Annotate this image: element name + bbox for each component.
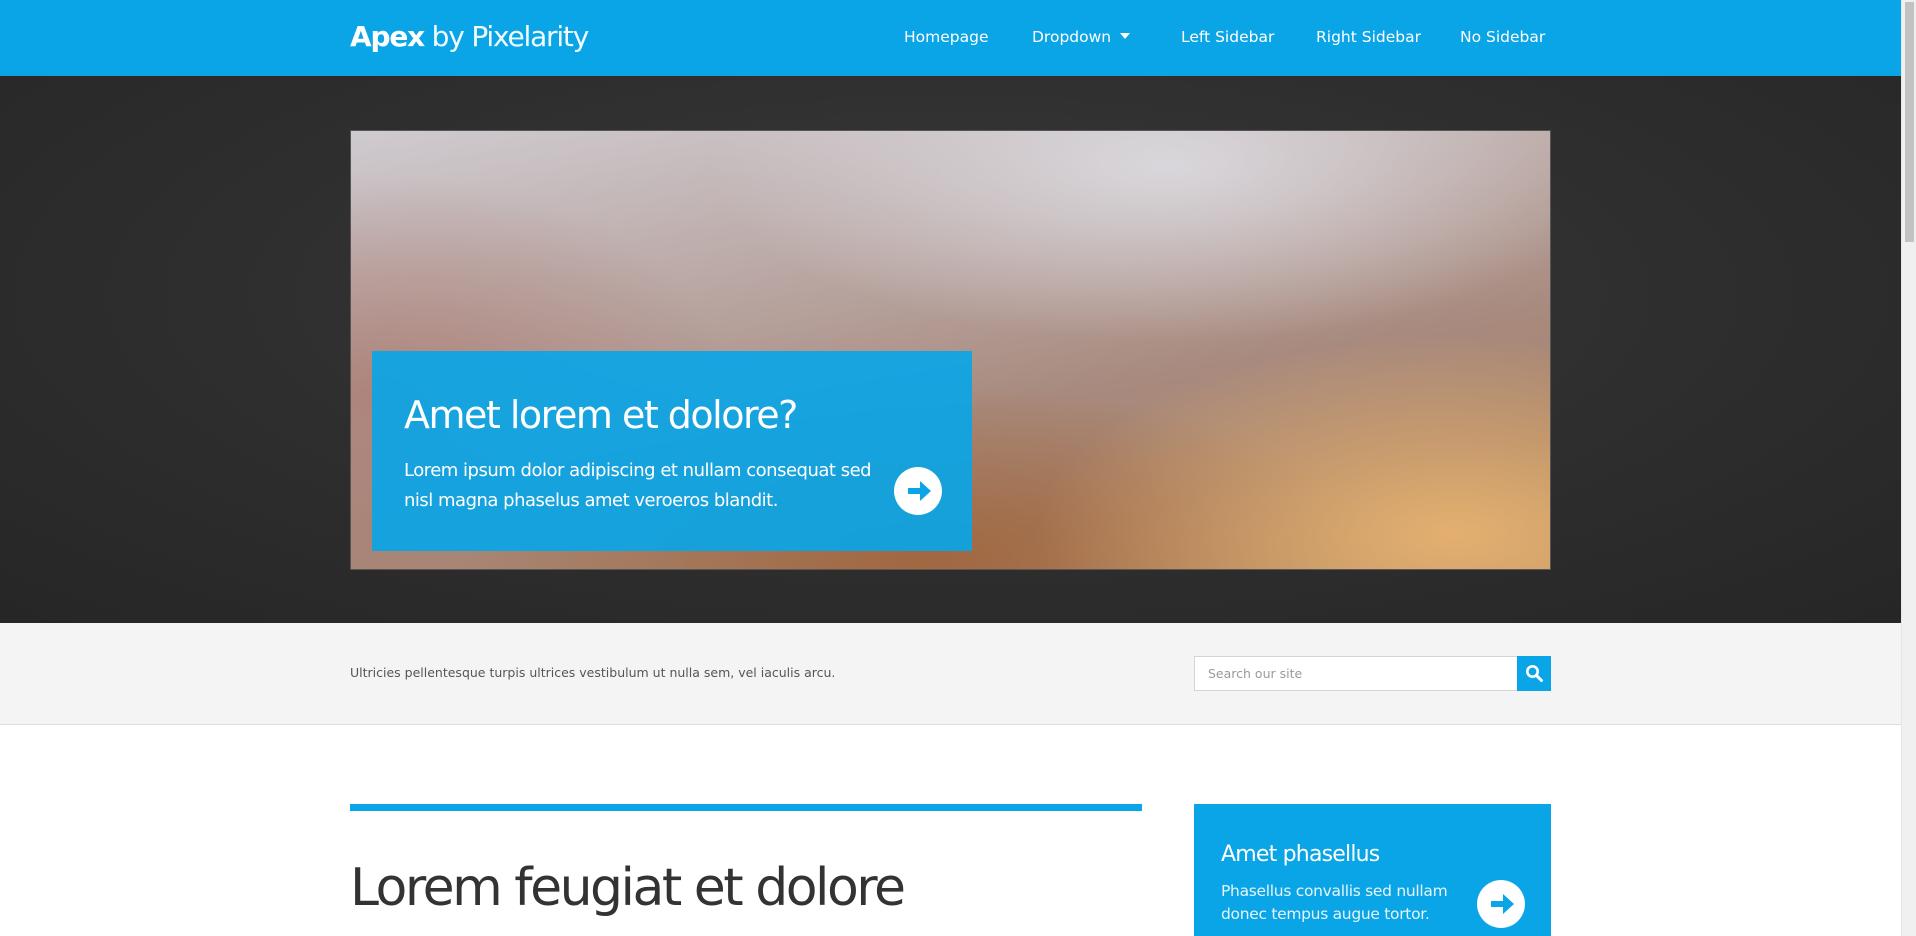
nav-left-sidebar[interactable]: Left Sidebar <box>1181 28 1274 46</box>
banner: Amet lorem et dolore? Lorem ipsum dolor … <box>0 76 1901 623</box>
nav-label: Right Sidebar <box>1316 28 1421 46</box>
search-button[interactable] <box>1517 656 1551 691</box>
main-heading: Lorem feugiat et dolore <box>350 858 906 918</box>
nav-dropdown[interactable]: Dropdown <box>1032 28 1131 46</box>
main-nav: Homepage Dropdown Left Sidebar Right Sid… <box>0 0 1901 76</box>
search-input[interactable] <box>1194 656 1518 691</box>
search-icon <box>1526 665 1543 682</box>
search-form <box>1194 656 1551 691</box>
caption-arrow-button[interactable] <box>894 467 942 515</box>
intro-text: Ultricies pellentesque turpis ultrices v… <box>350 665 836 680</box>
nav-label: Homepage <box>904 28 989 46</box>
sidebar-callout[interactable]: Amet phasellus Phasellus convallis sed n… <box>1194 804 1551 936</box>
intro-strip: Ultricies pellentesque turpis ultrices v… <box>0 623 1901 725</box>
heading-accent-bar <box>350 804 1142 811</box>
caption-text: Lorem ipsum dolor adipiscing et nullam c… <box>404 460 872 511</box>
nav-label: No Sidebar <box>1460 28 1546 46</box>
nav-homepage[interactable]: Homepage <box>904 28 989 46</box>
arrow-right-icon <box>1491 894 1514 914</box>
nav-no-sidebar[interactable]: No Sidebar <box>1460 28 1545 46</box>
banner-caption[interactable]: Amet lorem et dolore? Lorem ipsum dolor … <box>372 351 972 551</box>
nav-right-sidebar[interactable]: Right Sidebar <box>1316 28 1421 46</box>
sidebar-text: Phasellus convallis sed nullam donec tem… <box>1221 882 1448 923</box>
nav-label: Left Sidebar <box>1181 28 1275 46</box>
nav-label: Dropdown <box>1032 28 1112 46</box>
page-scrollbar[interactable] <box>1901 0 1916 936</box>
chevron-down-icon <box>1120 32 1131 39</box>
sidebar-title: Amet phasellus <box>1221 842 1380 867</box>
banner-image: Amet lorem et dolore? Lorem ipsum dolor … <box>350 130 1551 570</box>
arrow-right-icon <box>908 481 931 501</box>
sidebar-arrow-button[interactable] <box>1477 880 1525 928</box>
caption-title: Amet lorem et dolore? <box>404 393 798 437</box>
scrollbar-thumb[interactable] <box>1905 2 1914 242</box>
site-header: Apex by Pixelarity Homepage Dropdown Lef… <box>0 0 1901 76</box>
